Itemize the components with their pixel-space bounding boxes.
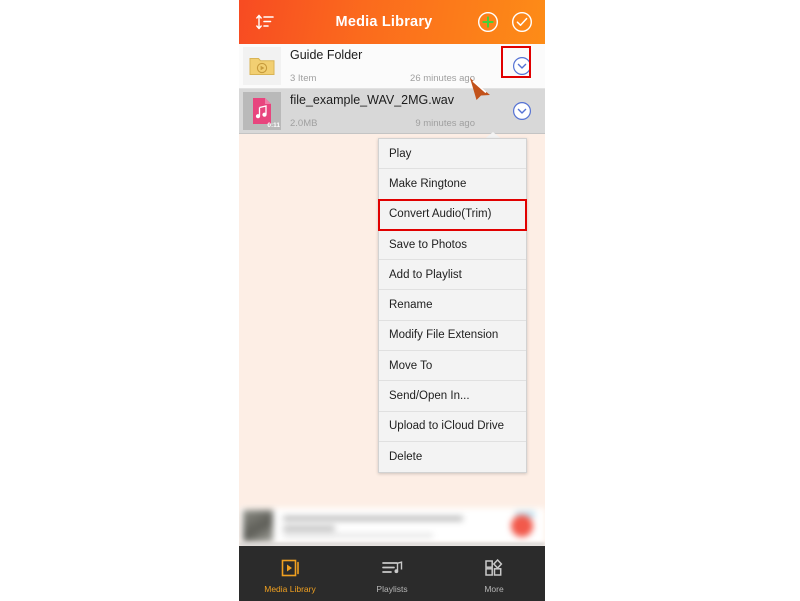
- menu-item-save-to-photos[interactable]: Save to Photos: [379, 230, 526, 261]
- pointer-arrow-icon: [470, 78, 490, 100]
- select-mode-button[interactable]: [505, 0, 539, 44]
- menu-item-label: Rename: [389, 299, 433, 312]
- menu-item-convert-audio-trim[interactable]: Convert Audio(Trim): [378, 198, 527, 231]
- menu-item-send-open-in[interactable]: Send/Open In...: [379, 381, 526, 412]
- menu-item-modify-file-extension[interactable]: Modify File Extension: [379, 321, 526, 352]
- tab-label: Media Library: [264, 583, 316, 594]
- menu-item-label: Modify File Extension: [389, 329, 499, 342]
- add-button[interactable]: [471, 0, 505, 44]
- audio-thumbnail: 0:11: [243, 92, 281, 130]
- menu-item-label: Save to Photos: [389, 238, 467, 251]
- menu-item-add-to-playlist[interactable]: Add to Playlist: [379, 260, 526, 291]
- menu-item-label: Delete: [389, 451, 423, 464]
- chevron-down-circle-icon: [513, 102, 531, 120]
- menu-item-move-to[interactable]: Move To: [379, 351, 526, 382]
- ad-text-line: [283, 534, 433, 537]
- sort-button[interactable]: [243, 0, 287, 44]
- row-chevron-button[interactable]: [509, 98, 535, 124]
- list-item-title: Guide Folder: [290, 48, 363, 62]
- ad-text-line: [283, 526, 335, 531]
- list-item-time: 9 minutes ago: [415, 118, 475, 129]
- tab-playlists[interactable]: Playlists: [341, 546, 443, 601]
- list-item[interactable]: Guide Folder 3 Item 26 minutes ago: [239, 44, 545, 89]
- row-chevron-button[interactable]: [509, 53, 535, 79]
- ad-logo: [511, 515, 533, 537]
- plus-circle-icon: [477, 11, 499, 33]
- phone-screen: Media Library Guide Folder 3 Item 26 min…: [239, 0, 545, 601]
- ad-banner[interactable]: [239, 508, 545, 544]
- bottom-tab-bar: Media Library Playlists More: [239, 546, 545, 601]
- menu-item-label: Play: [389, 147, 412, 160]
- folder-thumbnail: [243, 47, 281, 85]
- list-item-subtitle: 2.0MB: [290, 118, 318, 129]
- menu-item-label: Send/Open In...: [389, 390, 470, 403]
- audio-duration-badge: 0:11: [267, 121, 280, 129]
- ad-thumbnail: [243, 510, 273, 542]
- folder-play-icon: [249, 58, 275, 75]
- app-header: Media Library: [239, 0, 545, 44]
- ad-text-line: [283, 516, 463, 521]
- list-item[interactable]: 0:11 file_example_WAV_2MG.wav 2.0MB 9 mi…: [239, 89, 545, 134]
- menu-item-label: Upload to iCloud Drive: [389, 420, 505, 433]
- list-item-time: 26 minutes ago: [410, 73, 475, 84]
- sort-icon: [256, 14, 274, 30]
- menu-item-label: Convert Audio(Trim): [389, 208, 492, 221]
- menu-item-rename[interactable]: Rename: [379, 290, 526, 321]
- playlists-icon: [381, 557, 403, 579]
- menu-item-delete[interactable]: Delete: [379, 442, 526, 472]
- menu-item-upload-to-icloud-drive[interactable]: Upload to iCloud Drive: [379, 412, 526, 442]
- tab-more[interactable]: More: [443, 546, 545, 601]
- media-list: Guide Folder 3 Item 26 minutes ago 0:11 …: [239, 44, 545, 134]
- tab-media-library[interactable]: Media Library: [239, 546, 341, 601]
- tab-label: Playlists: [376, 583, 408, 594]
- chevron-down-circle-icon: [513, 57, 531, 75]
- menu-item-label: Make Ringtone: [389, 177, 467, 190]
- media-library-icon: [279, 557, 301, 579]
- menu-item-label: Add to Playlist: [389, 268, 462, 281]
- check-circle-icon: [511, 11, 533, 33]
- context-menu: Play Make Ringtone Convert Audio(Trim) S…: [378, 138, 527, 474]
- list-item-subtitle: 3 Item: [290, 73, 317, 84]
- menu-item-label: Move To: [389, 359, 433, 372]
- page-title: Media Library: [335, 14, 433, 30]
- menu-item-make-ringtone[interactable]: Make Ringtone: [379, 169, 526, 200]
- menu-item-play[interactable]: Play: [379, 139, 526, 170]
- more-grid-icon: [484, 557, 504, 579]
- tab-label: More: [484, 583, 504, 594]
- audio-file-icon: [253, 98, 271, 124]
- list-item-title: file_example_WAV_2MG.wav: [290, 93, 454, 107]
